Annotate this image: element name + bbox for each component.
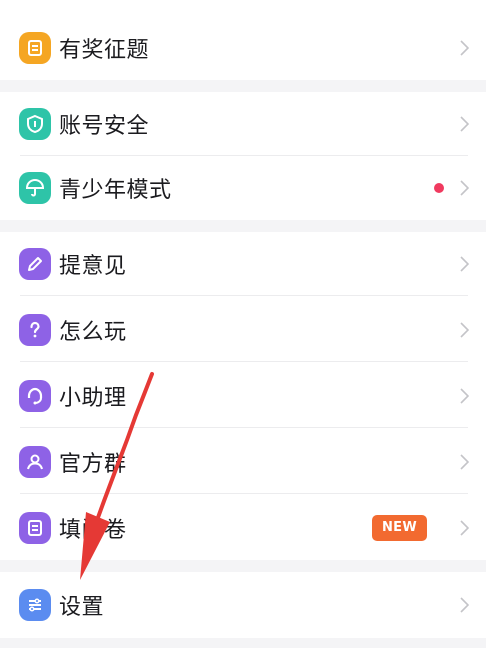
divider	[20, 361, 468, 362]
shield-icon	[19, 108, 51, 140]
group-icon	[19, 446, 51, 478]
new-badge: NEW	[372, 515, 427, 541]
divider	[20, 427, 468, 428]
red-dot-indicator	[434, 183, 444, 193]
menu-group-3: 提意见 怎么玩 小助理 官方群 填问卷 NEW	[0, 232, 486, 560]
menu-item-label: 提意见	[59, 254, 127, 279]
menu-group-2: 账号安全 青少年模式	[0, 92, 486, 220]
chevron-right-icon	[460, 180, 469, 196]
chevron-right-icon	[460, 454, 469, 470]
menu-group-4: 设置	[0, 572, 486, 638]
menu-item-prize-questions[interactable]: 有奖征题	[0, 16, 486, 80]
menu-item-settings[interactable]: 设置	[0, 573, 486, 637]
question-icon	[19, 314, 51, 346]
chevron-right-icon	[460, 256, 469, 272]
menu-item-account-security[interactable]: 账号安全	[0, 92, 486, 156]
chevron-right-icon	[460, 116, 469, 132]
menu-item-feedback[interactable]: 提意见	[0, 232, 486, 296]
menu-item-label: 填问卷	[59, 518, 127, 543]
menu-item-label: 青少年模式	[59, 178, 172, 203]
chevron-right-icon	[460, 40, 469, 56]
sliders-icon	[19, 589, 51, 621]
pencil-icon	[19, 248, 51, 280]
menu-group-1: 有奖征题	[0, 0, 486, 80]
menu-item-label: 小助理	[59, 386, 127, 411]
menu-item-label: 设置	[59, 595, 105, 620]
divider	[20, 295, 468, 296]
document-icon	[19, 32, 51, 64]
form-icon	[19, 512, 51, 544]
divider	[20, 493, 468, 494]
menu-item-teen-mode[interactable]: 青少年模式	[0, 156, 486, 220]
menu-item-how-to-play[interactable]: 怎么玩	[0, 298, 486, 362]
chevron-right-icon	[460, 322, 469, 338]
umbrella-icon	[19, 172, 51, 204]
menu-item-label: 账号安全	[59, 114, 150, 139]
chevron-right-icon	[460, 597, 469, 613]
menu-item-assistant[interactable]: 小助理	[0, 364, 486, 428]
menu-item-label: 怎么玩	[59, 320, 127, 345]
menu-item-official-group[interactable]: 官方群	[0, 430, 486, 494]
chevron-right-icon	[460, 388, 469, 404]
chevron-right-icon	[460, 520, 469, 536]
headset-icon	[19, 380, 51, 412]
menu-item-label: 官方群	[59, 452, 127, 477]
menu-item-label: 有奖征题	[59, 38, 150, 63]
menu-item-survey[interactable]: 填问卷 NEW	[0, 496, 486, 560]
